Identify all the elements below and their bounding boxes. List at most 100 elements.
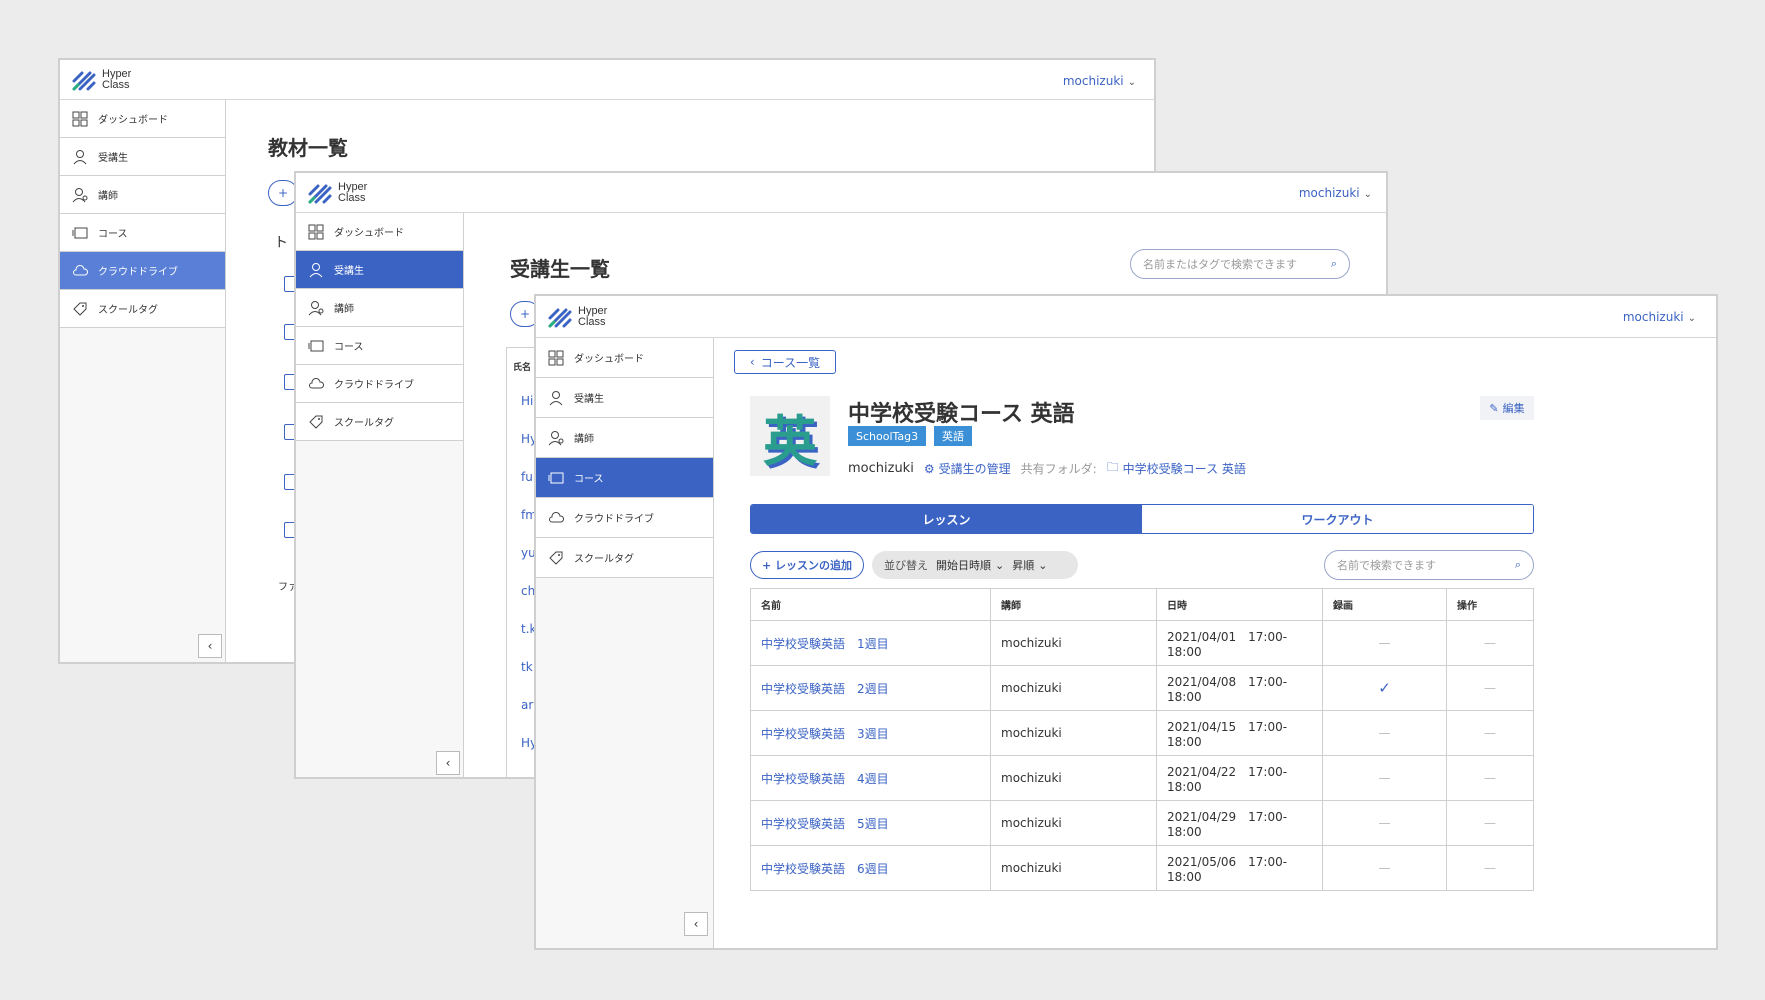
table-row: 中学校受験英語 5週目 mochizuki 2021/04/29 17:00-1…: [750, 800, 1534, 846]
tag-icon: [548, 550, 564, 566]
sidebar-item-courses[interactable]: コース: [296, 327, 463, 365]
course-icon: [72, 225, 88, 241]
sidebar-item-students[interactable]: 受講生: [536, 378, 713, 418]
add-lesson-button[interactable]: + レッスンの追加: [750, 551, 864, 579]
dashboard-icon: [548, 350, 564, 366]
sidebar-item-teachers[interactable]: 講師: [60, 176, 225, 214]
folder-icon: 🗀: [1106, 460, 1119, 474]
course-thumbnail-char: 英: [763, 409, 817, 473]
lesson-name-link[interactable]: 中学校受験英語 1週目: [750, 620, 991, 666]
sidebar-item-dashboard[interactable]: ダッシュボード: [60, 100, 225, 138]
sidebar-item-tags[interactable]: スクールタグ: [296, 403, 463, 441]
user-menu[interactable]: mochizuki ⌄: [1623, 310, 1696, 324]
sidebar-item-cloud[interactable]: クラウドドライブ: [536, 498, 713, 538]
sidebar-item-courses[interactable]: コース: [60, 214, 225, 252]
lesson-recording: —: [1322, 845, 1447, 891]
sidebar-item-tags[interactable]: スクールタグ: [536, 538, 713, 578]
lesson-recording: —: [1322, 710, 1447, 756]
edit-icon: ✎: [1489, 401, 1499, 415]
cloud-icon: [308, 376, 324, 392]
lesson-name-link[interactable]: 中学校受験英語 6週目: [750, 845, 991, 891]
logo: Hyper Class: [548, 306, 607, 328]
section-label: ト: [274, 235, 288, 251]
sidebar-item-teachers[interactable]: 講師: [536, 418, 713, 458]
lesson-name-link[interactable]: 中学校受験英語 5週目: [750, 800, 991, 846]
sidebar-item-courses[interactable]: コース: [536, 458, 713, 498]
page-title: 教材一覧: [268, 136, 348, 160]
sidebar-item-dashboard[interactable]: ダッシュボード: [296, 213, 463, 251]
sidebar-item-students[interactable]: 受講生: [60, 138, 225, 176]
lesson-name-link[interactable]: 中学校受験英語 4週目: [750, 755, 991, 801]
chevron-down-icon: ⌄: [1687, 313, 1696, 324]
column-header-name: 名前: [750, 588, 991, 621]
logo-icon: [308, 184, 332, 204]
logo-icon: [72, 71, 96, 91]
person-icon: [308, 262, 324, 278]
chevron-left-icon: ‹: [207, 639, 213, 653]
shared-folder-link[interactable]: 🗀 中学校受験コース 英語: [1107, 458, 1246, 479]
back-to-courses-button[interactable]: ‹ コース一覧: [734, 350, 836, 374]
sidebar-item-teachers[interactable]: 講師: [296, 289, 463, 327]
collapse-sidebar-button[interactable]: ‹: [436, 751, 460, 775]
lesson-name-link[interactable]: 中学校受験英語 2週目: [750, 665, 991, 711]
sort-field-select[interactable]: 開始日時順 ⌄: [936, 557, 1004, 573]
column-header-name: 氏名: [513, 363, 532, 373]
teacher-icon: [548, 430, 564, 446]
search-icon: ⌕: [1330, 257, 1337, 270]
lesson-teacher: mochizuki: [990, 845, 1157, 891]
chevron-down-icon: ⌄: [1038, 558, 1048, 572]
sidebar-item-students[interactable]: 受講生: [296, 251, 463, 289]
page-title: 受講生一覧: [510, 257, 610, 281]
collapse-sidebar-button[interactable]: ‹: [684, 912, 708, 936]
table-row: 中学校受験英語 6週目 mochizuki 2021/05/06 17:00-1…: [750, 845, 1534, 891]
person-icon: [72, 149, 88, 165]
course-icon: [548, 470, 564, 486]
chevron-left-icon: ‹: [693, 917, 699, 931]
student-search-input[interactable]: 名前またはタグで検索できます ⌕: [1130, 249, 1350, 279]
course-detail-window: Hyper Class mochizuki ⌄ ダッシュボード 受講生 講師 コース…: [534, 294, 1718, 950]
collapse-sidebar-button[interactable]: ‹: [198, 634, 222, 658]
lesson-actions: —: [1446, 710, 1534, 756]
lesson-teacher: mochizuki: [990, 665, 1157, 711]
chevron-down-icon: ⌄: [1363, 189, 1372, 200]
lesson-name-link[interactable]: 中学校受験英語 3週目: [750, 710, 991, 756]
course-tabs: レッスン ワークアウト: [750, 504, 1534, 534]
course-meta: mochizuki ⚙ 受講生の管理 共有フォルダ: 🗀 中学校受験コース 英語: [848, 458, 1246, 479]
student-row-link[interactable]: ar: [521, 698, 533, 712]
lesson-datetime: 2021/04/01 17:00-18:00: [1156, 620, 1323, 666]
logo: Hyper Class: [308, 182, 367, 204]
lesson-recording: —: [1322, 755, 1447, 801]
student-row-link[interactable]: Hi: [521, 394, 533, 408]
lesson-datetime: 2021/05/06 17:00-18:00: [1156, 845, 1323, 891]
sidebar-item-cloud[interactable]: クラウドドライブ: [296, 365, 463, 403]
sidebar: ダッシュボード 受講生 講師 コース クラウドドライブ スクールタグ ‹: [536, 338, 714, 948]
chevron-left-icon: ‹: [445, 756, 451, 770]
logo-text: Hyper Class: [338, 181, 368, 204]
sidebar-item-tags[interactable]: スクールタグ: [60, 290, 225, 328]
lesson-datetime: 2021/04/08 17:00-18:00: [1156, 665, 1323, 711]
sidebar-item-cloud[interactable]: クラウドドライブ: [60, 252, 225, 290]
sort-order-select[interactable]: 昇順 ⌄: [1012, 557, 1047, 573]
sidebar-item-dashboard[interactable]: ダッシュボード: [536, 338, 713, 378]
lesson-search-input[interactable]: 名前で検索できます ⌕: [1324, 550, 1534, 580]
edit-button[interactable]: ✎ 編集: [1480, 396, 1534, 420]
student-row-link[interactable]: fu: [521, 470, 533, 484]
search-icon: ⌕: [1514, 558, 1521, 571]
user-menu[interactable]: mochizuki ⌄: [1299, 186, 1372, 200]
table-row: 中学校受験英語 3週目 mochizuki 2021/04/15 17:00-1…: [750, 710, 1534, 756]
gear-icon: ⚙: [923, 461, 935, 476]
sort-label: 並び替え: [884, 559, 928, 572]
user-menu[interactable]: mochizuki ⌄: [1063, 74, 1136, 88]
logo-text: Hyper Class: [578, 305, 608, 328]
lesson-table: 名前 講師 日時 録画 操作 中学校受験英語 1週目 mochizuki 202…: [750, 588, 1534, 891]
dashboard-icon: [308, 224, 324, 240]
lesson-recording: —: [1322, 620, 1447, 666]
tab-lessons[interactable]: レッスン: [751, 505, 1142, 533]
tab-workouts[interactable]: ワークアウト: [1142, 505, 1533, 533]
manage-students-link[interactable]: ⚙ 受講生の管理: [924, 460, 1011, 477]
teacher-icon: [308, 300, 324, 316]
student-row-link[interactable]: tk: [521, 660, 533, 674]
chevron-down-icon: ⌄: [1127, 77, 1136, 88]
cloud-icon: [548, 510, 564, 526]
lesson-actions: —: [1446, 620, 1534, 666]
